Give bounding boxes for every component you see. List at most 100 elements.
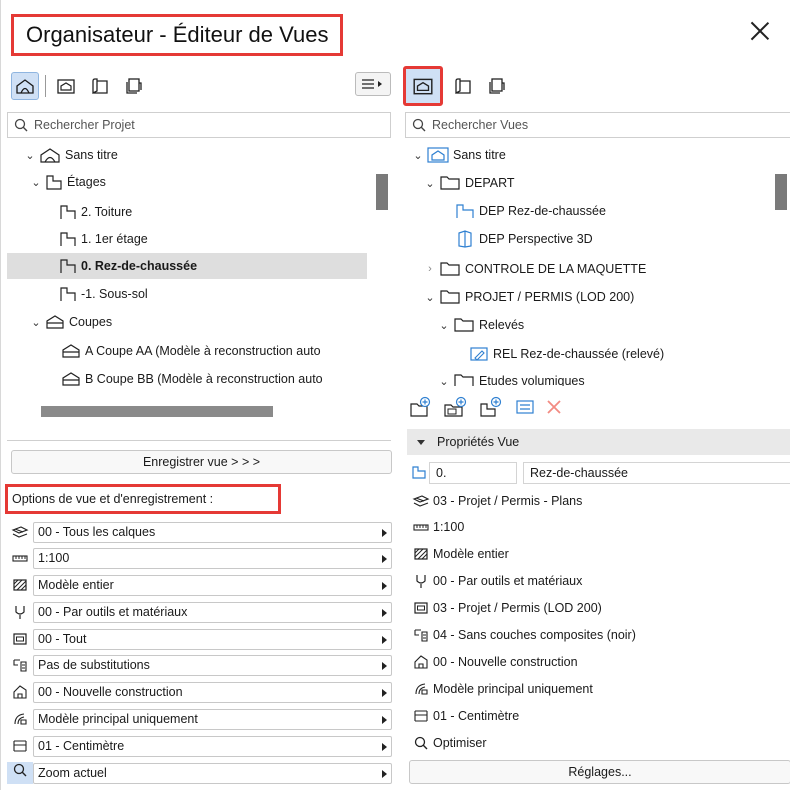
tree-item-1er-etage[interactable]: 1. 1er étage [57, 226, 148, 252]
prop-renovation[interactable]: 00 - Nouvelle construction [411, 649, 578, 675]
views-search-input[interactable] [432, 118, 790, 132]
vertical-scrollbar[interactable] [775, 174, 787, 210]
prop-partial-structure[interactable]: Modèle principal uniquement [411, 676, 593, 702]
pen-icon [411, 573, 431, 589]
renovation-icon [411, 654, 431, 670]
override-select[interactable]: Pas de substitutions [33, 654, 392, 676]
option-scale: 1:100 [7, 545, 392, 571]
tree-item-toiture[interactable]: 2. Toiture [57, 199, 132, 225]
tree-item-coupe-aa[interactable]: A Coupe AA (Modèle à reconstruction auto [59, 338, 321, 364]
tree-item-coupe-bb[interactable]: B Coupe BB (Modèle à reconstruction auto [59, 366, 323, 392]
prop-override[interactable]: 04 - Sans couches composites (noir) [411, 622, 636, 648]
layout-book-button[interactable] [449, 72, 477, 100]
publisher-button[interactable] [483, 72, 511, 100]
project-search-input[interactable] [34, 118, 390, 132]
delete-icon[interactable] [545, 398, 563, 416]
chevron-down-icon[interactable]: ⌄ [29, 316, 43, 329]
title-bar: Organisateur - Éditeur de Vues [1, 0, 790, 62]
close-icon[interactable] [749, 20, 771, 42]
layout-book-button[interactable] [86, 72, 114, 100]
chevron-down-icon[interactable]: ⌄ [437, 319, 451, 332]
zoom-icon [411, 735, 431, 751]
chevron-down-icon[interactable]: ⌄ [423, 291, 437, 304]
story-icon [455, 203, 475, 219]
select-value: Zoom actuel [38, 766, 107, 780]
tree-item-etages[interactable]: ⌄ Étages [29, 169, 106, 195]
properties-icon[interactable] [515, 399, 535, 415]
horizontal-scrollbar[interactable] [41, 406, 273, 417]
toggle-panel-button[interactable] [355, 72, 391, 96]
house-icon [427, 147, 449, 163]
tree-item-projet-permis[interactable]: ⌄ PROJET / PERMIS (LOD 200) [423, 284, 634, 310]
story-icon [59, 204, 77, 220]
scale-select[interactable]: 1:100 [33, 547, 392, 569]
section-icon [61, 343, 81, 359]
layers-select[interactable]: 00 - Tous les calques [33, 521, 392, 543]
tree-item-coupes[interactable]: ⌄ Coupes [29, 309, 112, 335]
tree-label: 1. 1er étage [81, 232, 148, 246]
view-map-icon [413, 78, 433, 95]
tree-item-etudes[interactable]: ⌄ Etudes volumiques [437, 368, 585, 386]
project-search[interactable] [7, 112, 391, 138]
chevron-down-icon[interactable]: ⌄ [437, 375, 451, 387]
chevron-right-icon[interactable]: › [423, 263, 437, 275]
view-properties-header[interactable]: Propriétés Vue [407, 429, 790, 455]
prop-layers[interactable]: 03 - Projet / Permis - Plans [411, 488, 582, 514]
prop-dimension[interactable]: 01 - Centimètre [411, 703, 519, 729]
renovation-icon [7, 684, 33, 700]
new-story-view-icon[interactable] [479, 396, 505, 418]
publisher-icon [489, 78, 505, 94]
dropdown-arrow-icon [382, 769, 387, 778]
settings-button[interactable]: Réglages... [409, 760, 790, 784]
folder-icon [453, 373, 475, 386]
chevron-down-icon[interactable]: ⌄ [23, 149, 37, 162]
tree-item-rel-rez[interactable]: REL Rez-de-chaussée (relevé) [467, 341, 664, 367]
tree-item-sans-titre[interactable]: ⌄ Sans titre [411, 142, 506, 168]
structure-select[interactable]: Modèle entier [33, 574, 392, 596]
option-structure: Modèle entier [7, 572, 392, 598]
vertical-scrollbar[interactable] [376, 174, 388, 210]
tree-label: Étages [67, 175, 106, 189]
dimension-icon [7, 739, 33, 753]
tree-item-controle[interactable]: › CONTROLE DE LA MAQUETTE [423, 256, 646, 282]
prop-structure[interactable]: Modèle entier [411, 541, 509, 567]
views-search[interactable] [405, 112, 790, 138]
tree-item-rez-de-chaussee[interactable]: 0. Rez-de-chaussée [7, 253, 367, 279]
save-view-button[interactable]: Enregistrer vue > > > [11, 450, 392, 474]
tree-item-sous-sol[interactable]: -1. Sous-sol [57, 281, 148, 307]
select-value: Modèle principal uniquement [38, 712, 198, 726]
renovation-select[interactable]: 00 - Nouvelle construction [33, 681, 392, 703]
new-view-icon[interactable] [443, 396, 469, 418]
new-folder-icon[interactable] [409, 396, 433, 418]
chevron-down-icon[interactable]: ⌄ [423, 177, 437, 190]
house-icon [39, 147, 61, 163]
option-zoom: Zoom actuel [7, 760, 392, 786]
prop-zoom[interactable]: Optimiser [411, 730, 486, 756]
prop-model-view[interactable]: 03 - Projet / Permis (LOD 200) [411, 595, 602, 621]
tree-item-sans-titre[interactable]: ⌄ Sans titre [23, 142, 118, 168]
dimension-select[interactable]: 01 - Centimètre [33, 735, 392, 757]
story-number-field[interactable]: 0. [429, 462, 517, 484]
tree-item-depart[interactable]: ⌄ DEPART [423, 170, 514, 196]
view-map-button-active[interactable] [403, 66, 443, 106]
prop-scale[interactable]: 1:100 [411, 514, 464, 540]
select-value: Modèle entier [38, 578, 114, 592]
partial-structure-icon [7, 711, 33, 727]
chevron-down-icon[interactable]: ⌄ [29, 176, 43, 189]
partial-structure-select[interactable]: Modèle principal uniquement [33, 708, 392, 730]
project-map-button[interactable] [11, 72, 39, 100]
prop-pen-set[interactable]: 00 - Par outils et matériaux [411, 568, 582, 594]
tree-item-dep-rez[interactable]: DEP Rez-de-chaussée [453, 198, 606, 224]
model-view-select[interactable]: 00 - Tout [33, 628, 392, 650]
publisher-button[interactable] [120, 72, 148, 100]
tree-item-dep-3d[interactable]: DEP Perspective 3D [453, 226, 593, 252]
pen-set-select[interactable]: 00 - Par outils et matériaux [33, 601, 392, 623]
zoom-select[interactable]: Zoom actuel [33, 762, 392, 784]
story-name-field[interactable]: Rez-de-chaussée [523, 462, 790, 484]
chevron-down-icon[interactable]: ⌄ [411, 149, 425, 162]
prop-value: 00 - Par outils et matériaux [433, 574, 583, 588]
options-title: Options de vue et d'enregistrement : [5, 484, 281, 514]
tree-item-releves[interactable]: ⌄ Relevés [437, 312, 524, 338]
views-tree: ⌄ Sans titre ⌄ DEPART DEP Rez-de-chaussé… [405, 142, 790, 386]
view-map-button[interactable] [52, 72, 80, 100]
